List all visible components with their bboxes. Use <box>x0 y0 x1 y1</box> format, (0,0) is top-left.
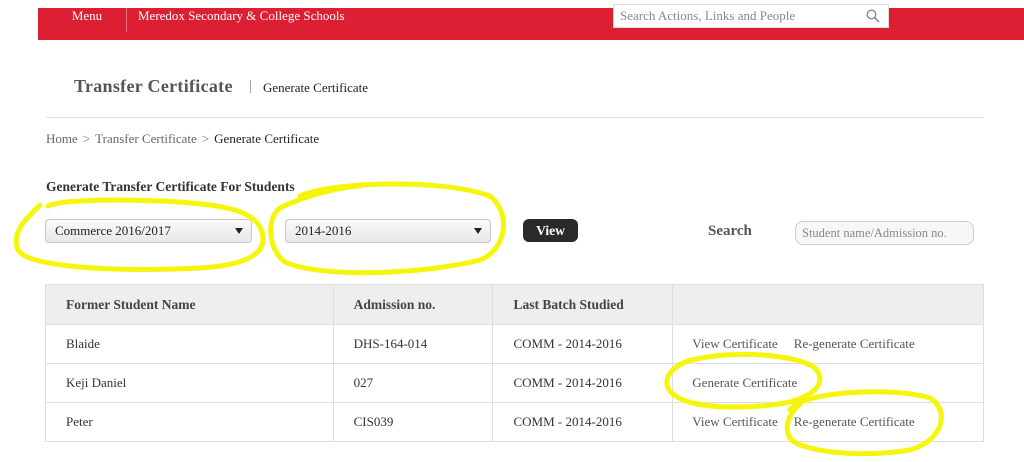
view-certificate-link[interactable]: View Certificate <box>692 414 777 429</box>
row-actions: View Certificate Re-generate Certificate <box>672 324 984 364</box>
section-title: Generate Transfer Certificate For Studen… <box>46 179 295 194</box>
header-actions <box>672 284 984 325</box>
menu-label: Menu <box>71 8 103 23</box>
row-actions: Generate Certificate <box>672 363 984 403</box>
global-search-input[interactable] <box>620 5 855 27</box>
table-header-row: Former Student Name Admission no. Last B… <box>45 284 984 325</box>
student-name: Peter <box>45 402 334 442</box>
regenerate-certificate-link[interactable]: Re-generate Certificate <box>794 414 915 429</box>
view-certificate-link[interactable]: View Certificate <box>692 336 777 351</box>
student-name: Keji Daniel <box>45 363 334 403</box>
last-batch: COMM - 2014-2016 <box>492 324 674 364</box>
last-batch: COMM - 2014-2016 <box>492 363 674 403</box>
student-name: Blaide <box>45 324 334 364</box>
breadcrumb-home[interactable]: Home <box>46 131 78 146</box>
title-separator: | <box>249 78 253 94</box>
dropdown-arrow-icon <box>474 228 482 234</box>
breadcrumb-separator: > <box>201 131 210 146</box>
table-row: Blaide DHS-164-014 COMM - 2014-2016 View… <box>45 324 984 364</box>
row-actions: View Certificate Re-generate Certificate <box>672 402 984 442</box>
search-label: Search <box>708 223 752 239</box>
view-button[interactable]: View <box>523 219 578 242</box>
global-search[interactable] <box>613 4 889 28</box>
batch-select-value: 2014-2016 <box>295 223 352 238</box>
course-select-value: Commerce 2016/2017 <box>55 223 171 238</box>
breadcrumb-current: Generate Certificate <box>214 131 320 146</box>
breadcrumb-transfer-certificate[interactable]: Transfer Certificate <box>95 131 197 146</box>
header-divider <box>46 117 984 118</box>
menu-button[interactable]: Menu <box>38 0 127 32</box>
batch-select[interactable]: 2014-2016 <box>285 219 491 243</box>
dropdown-arrow-icon <box>235 228 243 234</box>
regenerate-certificate-link[interactable]: Re-generate Certificate <box>794 336 915 351</box>
admission-no: DHS-164-014 <box>332 324 494 364</box>
table-row: Keji Daniel 027 COMM - 2014-2016 Generat… <box>45 363 984 403</box>
search-icon[interactable] <box>866 9 880 23</box>
student-search-input[interactable] <box>795 221 974 245</box>
admission-no: 027 <box>332 363 494 403</box>
course-select[interactable]: Commerce 2016/2017 <box>45 219 252 243</box>
last-batch: COMM - 2014-2016 <box>492 402 674 442</box>
breadcrumb: Home > Transfer Certificate > Generate Certi… <box>46 131 319 147</box>
generate-certificate-link[interactable]: Generate Certificate <box>692 375 797 390</box>
breadcrumb-separator: > <box>82 131 91 146</box>
students-table: Former Student Name Admission no. Last B… <box>45 284 984 442</box>
header-last-batch: Last Batch Studied <box>492 284 674 325</box>
table-row: Peter CIS039 COMM - 2014-2016 View Certi… <box>45 402 984 442</box>
page-subtitle: Generate Certificate <box>263 80 369 95</box>
admission-no: CIS039 <box>332 402 494 442</box>
header-student-name: Former Student Name <box>45 284 334 325</box>
header-admission-no: Admission no. <box>332 284 494 325</box>
school-name[interactable]: Meredox Secondary & College Schools <box>138 0 345 32</box>
page-title: Transfer Certificate <box>74 76 233 96</box>
